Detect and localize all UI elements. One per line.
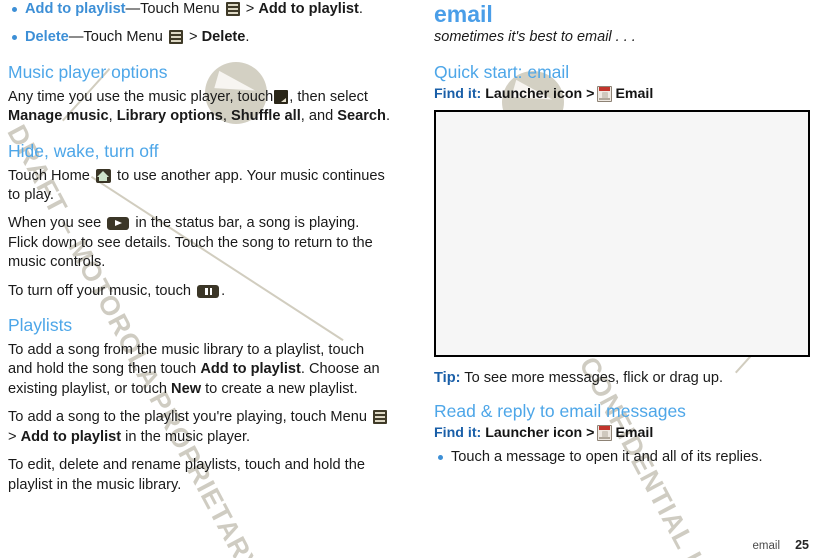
heading-playlists: Playlists: [8, 315, 73, 336]
read-reply-bullets: Touch a message to open it and all of it…: [434, 448, 810, 467]
bullet-text: .: [358, 1, 363, 17]
bullet-lead-label: Delete: [25, 29, 69, 46]
bullet-bold-tail: Add to playlist: [258, 1, 359, 17]
option-add-to-playlist: Add to playlist: [200, 361, 301, 378]
bullet-lead-label: Add to playlist: [25, 1, 126, 17]
playlist-action-bullets: Add to playlist—Touch Menu > Add to play…: [8, 0, 390, 48]
email-app-icon: [597, 86, 613, 103]
tip-label: Tip:: [434, 369, 461, 386]
text-fragment: in the music player.: [121, 428, 251, 445]
bullet-text: >: [184, 29, 202, 46]
email-screenshot-placeholder: [434, 109, 810, 357]
heading-read-reply-email: Read & reply to email messages: [434, 401, 686, 421]
option-manage-music: Manage music: [8, 108, 109, 125]
text-fragment: To add a song to the playlist you're pla…: [8, 409, 371, 426]
find-it-read-reply: Find it: Launcher icon > Email: [434, 424, 810, 442]
text-fragment: ,: [108, 108, 117, 125]
heading-quick-start-email: Quick start: email: [434, 62, 570, 83]
menu-icon: [168, 30, 183, 45]
footer-section-label: email: [752, 540, 780, 552]
option-add-to-playlist: Add to playlist: [20, 428, 122, 445]
menu-icon: [225, 2, 240, 16]
text-fragment: Touch Home: [8, 167, 94, 184]
chapter-subtitle: sometimes it's best to email . . .: [434, 28, 636, 45]
paragraph-add-song-current-playlist: To add a song to the playlist you're pla…: [8, 408, 390, 447]
find-it-path-email: Email: [615, 86, 654, 103]
heading-music-player-options: Music player options: [8, 61, 168, 82]
list-item: Delete—Touch Menu > Delete.: [8, 28, 390, 47]
text-fragment: ,: [222, 108, 232, 125]
paragraph-add-song-to-playlist: To add a song from the music library to …: [8, 341, 390, 399]
text-fragment: Any time you use the music player, touch: [8, 88, 274, 105]
app-square-icon: [274, 89, 289, 104]
option-new: New: [171, 380, 202, 397]
paragraph-edit-delete-rename: To edit, delete and rename playlists, to…: [8, 457, 365, 493]
list-item: Add to playlist—Touch Menu > Add to play…: [8, 0, 390, 19]
bullet-bold-tail: Delete: [201, 29, 246, 46]
text-fragment: >: [8, 428, 21, 445]
text-fragment: To turn off your music, touch: [8, 282, 196, 299]
bullet-text: .: [245, 29, 250, 46]
find-it-separator: >: [586, 425, 595, 441]
left-column: Add to playlist—Touch Menu > Add to play…: [8, 0, 390, 495]
paragraph-touch-home: Touch Home to use another app. Your musi…: [8, 167, 390, 206]
text-fragment: , then select: [289, 88, 368, 105]
text-fragment: .: [221, 282, 226, 299]
tip-text: To see more messages, flick or drag up.: [460, 369, 724, 386]
footer-page-number: 25: [795, 538, 809, 552]
option-shuffle-all: Shuffle all: [231, 108, 301, 125]
heading-hide-wake-turn-off: Hide, wake, turn off: [8, 140, 159, 161]
bullet-text: —Touch Menu: [125, 1, 224, 17]
find-it-path-launcher: Launcher icon: [485, 425, 583, 441]
bullet-text: —Touch Menu: [68, 29, 167, 46]
text-fragment: .: [385, 108, 391, 125]
paragraph-music-player-options: Any time you use the music player, touch…: [8, 88, 390, 127]
find-it-path-launcher: Launcher icon: [485, 86, 583, 103]
text-fragment: , and: [300, 108, 338, 125]
text-fragment: to create a new playlist.: [201, 380, 358, 397]
play-icon: [107, 217, 130, 231]
option-library-options: Library options: [116, 108, 223, 125]
pause-icon: [197, 284, 220, 298]
find-it-label: Find it:: [434, 86, 482, 103]
option-search: Search: [337, 108, 386, 125]
find-it-label: Find it:: [434, 425, 482, 441]
find-it-quick-start: Find it: Launcher icon > Email: [434, 85, 810, 103]
bullet-text: >: [241, 1, 259, 17]
paragraph-turn-off-music: To turn off your music, touch .: [8, 282, 390, 301]
manual-page: DRAFT – MOTOROLA PROPRIETARY INFORMATION…: [0, 0, 818, 558]
home-icon: [95, 168, 111, 183]
find-it-path-email: Email: [615, 425, 654, 441]
find-it-separator: >: [586, 86, 595, 103]
email-app-icon: [597, 425, 613, 441]
text-fragment: When you see: [8, 215, 106, 232]
tip-more-messages: Tip: To see more messages, flick or drag…: [434, 369, 810, 388]
menu-icon: [373, 410, 387, 425]
right-column: email sometimes it's best to email . . .…: [434, 0, 810, 472]
list-item: Touch a message to open it and all of it…: [434, 448, 810, 467]
chapter-title: email: [434, 1, 493, 27]
paragraph-status-bar-play: When you see in the status bar, a song i…: [8, 214, 390, 272]
